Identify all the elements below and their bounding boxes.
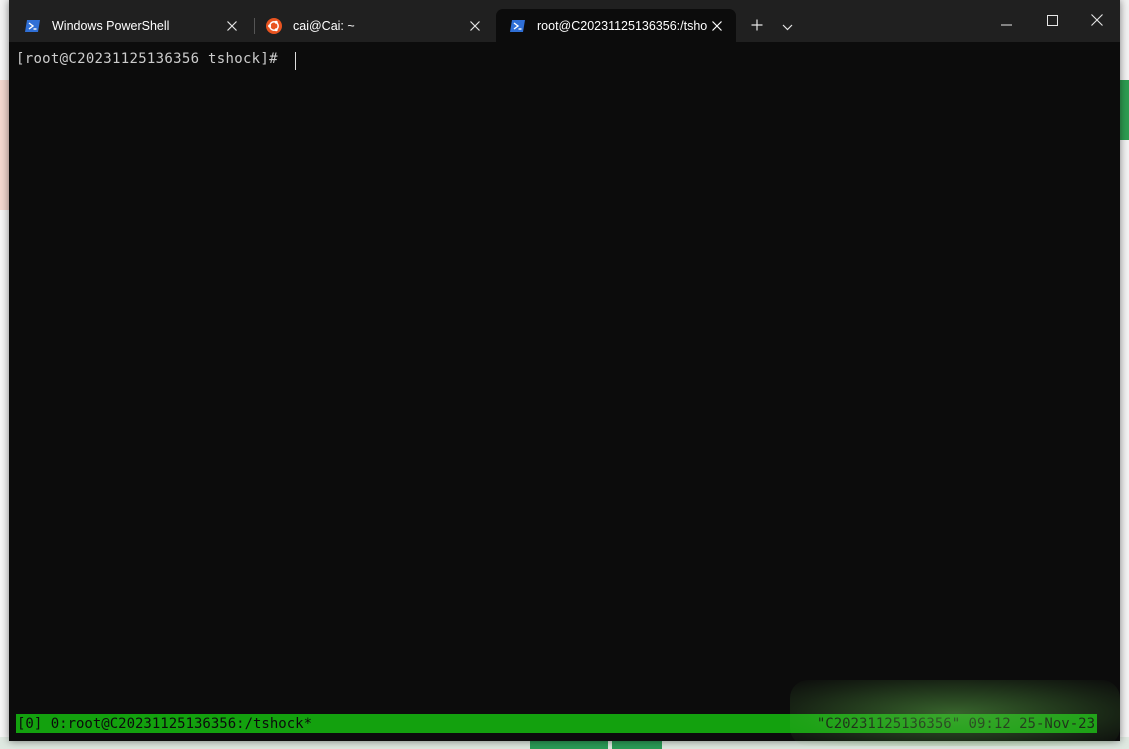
minimize-icon	[1000, 11, 1012, 30]
shell-prompt: [root@C20231125136356 tshock]#	[16, 51, 287, 67]
tab-cai-ubuntu[interactable]: cai@Cai: ~	[252, 9, 494, 42]
tab-root-tshock[interactable]: root@C20231125136356:/tsho	[496, 9, 736, 42]
background-right-strip	[1120, 40, 1129, 749]
powershell-icon	[25, 18, 41, 34]
close-icon	[1091, 11, 1103, 30]
ubuntu-icon	[266, 17, 282, 34]
minimize-button[interactable]	[983, 0, 1029, 40]
close-icon[interactable]	[224, 18, 240, 34]
background-image-fragment	[0, 80, 9, 210]
maximize-icon	[1046, 11, 1058, 30]
text-cursor	[295, 52, 296, 70]
background-accent-fragment	[1120, 80, 1129, 140]
tab-label: root@C20231125136356:/tsho	[537, 18, 708, 33]
tab-windows-powershell[interactable]: Windows PowerShell	[11, 9, 251, 42]
tab-label: Windows PowerShell	[52, 18, 170, 33]
title-bar[interactable]: Windows PowerShell cai@Cai: ~ root@C2023…	[9, 0, 1120, 42]
tmux-status-right: "C20231125136356" 09:12 25-Nov-23	[816, 715, 1095, 732]
new-tab-button[interactable]	[742, 11, 772, 39]
tab-label: cai@Cai: ~	[293, 18, 355, 33]
close-icon[interactable]	[467, 18, 483, 34]
tab-dropdown-button[interactable]	[773, 11, 801, 39]
plus-icon	[751, 16, 763, 35]
background-left-strip	[0, 40, 9, 749]
close-icon[interactable]	[709, 18, 725, 34]
tmux-status-bar: [0] 0:root@C20231125136356:/tshock* "C20…	[16, 714, 1097, 733]
tmux-window-list: [0] 0:root@C20231125136356:/tshock*	[17, 715, 313, 732]
terminal-area[interactable]: [root@C20231125136356 tshock]# [0] 0:roo…	[9, 42, 1120, 741]
maximize-button[interactable]	[1029, 0, 1075, 40]
chevron-down-icon	[782, 16, 793, 35]
powershell-icon	[510, 18, 526, 34]
terminal-window: Windows PowerShell cai@Cai: ~ root@C2023…	[9, 0, 1120, 741]
close-window-button[interactable]	[1074, 0, 1120, 40]
